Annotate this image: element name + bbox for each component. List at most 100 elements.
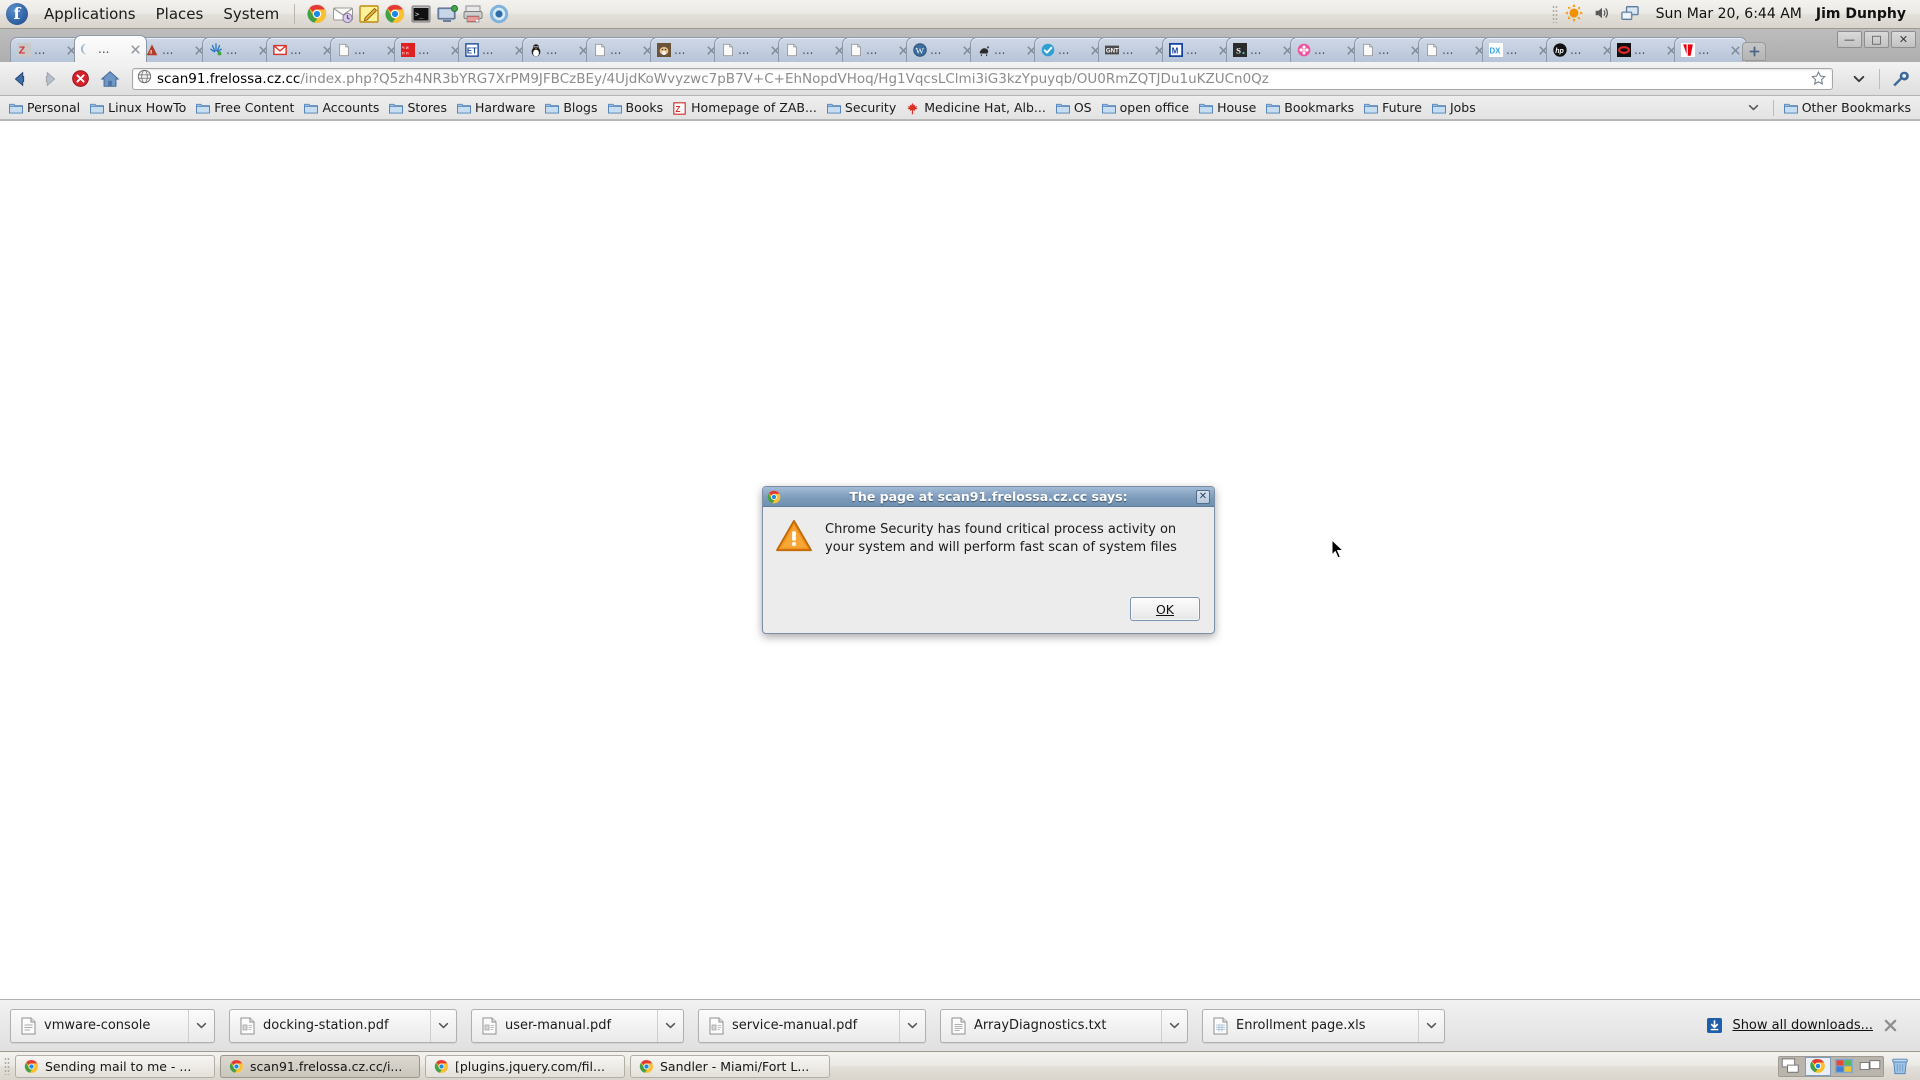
browser-tab[interactable]: ...: [970, 37, 1043, 62]
bookmark-item[interactable]: Security: [822, 99, 901, 116]
browser-tab[interactable]: S...: [1226, 37, 1299, 62]
download-menu-button[interactable]: [899, 1009, 925, 1042]
browser-tab[interactable]: a...: [138, 37, 211, 62]
menu-system[interactable]: System: [213, 1, 289, 28]
browser-tab[interactable]: ...: [74, 35, 147, 62]
bookmark-item[interactable]: Z Homepage of ZAB...: [668, 99, 822, 116]
panel-clock[interactable]: Sun Mar 20, 6:44 AM: [1648, 6, 1810, 22]
browser-tab[interactable]: hp...: [1546, 37, 1619, 62]
back-arrow-icon[interactable]: [8, 67, 32, 91]
chrome-icon[interactable]: [384, 3, 406, 25]
browser-tab[interactable]: ...: [1610, 37, 1683, 62]
download-menu-button[interactable]: [1418, 1009, 1444, 1042]
browser-tab[interactable]: ...: [650, 37, 723, 62]
panel-username[interactable]: Jim Dunphy: [1816, 6, 1912, 22]
workspace-2-chrome[interactable]: [1805, 1056, 1831, 1076]
download-item[interactable]: ArrayDiagnostics.txt: [940, 1008, 1188, 1043]
browser-tab[interactable]: ...: [1674, 37, 1747, 62]
bookmark-item[interactable]: Bookmarks: [1261, 99, 1359, 116]
menu-places[interactable]: Places: [146, 1, 214, 28]
browser-tab[interactable]: ...: [586, 37, 659, 62]
download-item[interactable]: Enrollment page.xls: [1202, 1008, 1445, 1043]
download-menu-button[interactable]: [657, 1009, 683, 1042]
bookmark-item[interactable]: Accounts: [299, 99, 384, 116]
browser-tab[interactable]: ...: [522, 37, 595, 62]
browser-tab[interactable]: M...: [1162, 37, 1235, 62]
close-button[interactable]: ✕: [1891, 31, 1916, 48]
bookmark-item[interactable]: open office: [1097, 99, 1194, 116]
gedit-icon[interactable]: [358, 3, 380, 25]
bookmark-item[interactable]: Medicine Hat, Alb...: [901, 99, 1051, 116]
bookmark-item[interactable]: Linux HowTo: [85, 99, 191, 116]
other-bookmarks-button[interactable]: Other Bookmarks: [1779, 99, 1916, 116]
browser-tab[interactable]: ...: [202, 37, 275, 62]
browser-tab[interactable]: ...: [266, 37, 339, 62]
bookmark-item[interactable]: Books: [603, 99, 669, 116]
browser-tab[interactable]: ...: [714, 37, 787, 62]
terminal-icon[interactable]: >_: [410, 3, 432, 25]
browser-tab[interactable]: ...: [778, 37, 851, 62]
printer-icon[interactable]: [462, 3, 484, 25]
browser-tab[interactable]: ч ип п...: [394, 37, 467, 62]
bookmark-item[interactable]: Free Content: [191, 99, 299, 116]
tab-close-icon[interactable]: [1729, 44, 1742, 57]
taskbar-window-button[interactable]: Sending mail to me - ...: [15, 1054, 215, 1078]
download-item[interactable]: vmware-console: [10, 1008, 215, 1043]
browser-tab[interactable]: ...: [330, 37, 403, 62]
close-icon[interactable]: [1883, 1018, 1898, 1033]
workspace-3-windows[interactable]: [1831, 1057, 1857, 1076]
browser-tab[interactable]: ...: [1290, 37, 1363, 62]
browser-tab[interactable]: ...: [842, 37, 915, 62]
bookmark-item[interactable]: Future: [1359, 99, 1427, 116]
taskbar-window-button[interactable]: scan91.frelossa.cz.cc/i...: [220, 1054, 420, 1078]
browser-tab[interactable]: DX...: [1482, 37, 1555, 62]
taskbar-window-button[interactable]: [plugins.jquery.com/fil...: [425, 1054, 625, 1078]
fedora-logo-icon[interactable]: f: [6, 3, 28, 25]
evolution-mail-icon[interactable]: [332, 3, 354, 25]
home-icon[interactable]: [98, 67, 122, 91]
close-icon[interactable]: ✕: [1196, 489, 1210, 504]
browser-tab[interactable]: ...: [1418, 37, 1491, 62]
show-all-downloads-link[interactable]: Show all downloads...: [1732, 1018, 1873, 1033]
browser-tab[interactable]: ...: [1034, 37, 1107, 62]
browser-tab[interactable]: GNT...: [1098, 37, 1171, 62]
ok-button[interactable]: OK: [1130, 597, 1200, 621]
chevron-down-icon[interactable]: [1847, 67, 1871, 91]
bookmark-item[interactable]: Blogs: [540, 99, 602, 116]
download-item[interactable]: docking-station.pdf: [229, 1008, 457, 1043]
bookmarks-overflow-button[interactable]: [1739, 101, 1768, 114]
browser-tab[interactable]: ...: [1354, 37, 1427, 62]
chromium-icon[interactable]: [488, 3, 510, 25]
bookmark-item[interactable]: Personal: [4, 99, 85, 116]
volume-icon[interactable]: [1592, 3, 1614, 25]
browser-tab[interactable]: W...: [906, 37, 979, 62]
browser-tab[interactable]: ET...: [458, 37, 531, 62]
wrench-menu-icon[interactable]: [1888, 67, 1912, 91]
taskbar-window-button[interactable]: Sandler - Miami/Fort L...: [630, 1054, 830, 1078]
workspace-4[interactable]: [1857, 1057, 1883, 1076]
download-arrow-icon[interactable]: [1707, 1018, 1723, 1033]
chrome-icon[interactable]: [306, 3, 328, 25]
brightness-icon[interactable]: [1564, 3, 1586, 25]
remote-desktop-icon[interactable]: [436, 3, 459, 25]
download-menu-button[interactable]: [430, 1009, 456, 1042]
browser-tab[interactable]: Z...: [10, 37, 83, 62]
address-bar[interactable]: scan91.frelossa.cz.cc/index.php?Q5zh4NR3…: [132, 67, 1833, 90]
download-menu-button[interactable]: [1161, 1009, 1187, 1042]
stop-icon[interactable]: [68, 67, 92, 91]
download-item[interactable]: user-manual.pdf: [471, 1008, 684, 1043]
bookmark-item[interactable]: Hardware: [452, 99, 540, 116]
workspace-1[interactable]: [1779, 1057, 1805, 1076]
menu-applications[interactable]: Applications: [34, 1, 146, 28]
bookmark-item[interactable]: OS: [1051, 99, 1097, 116]
network-icon[interactable]: [1620, 3, 1642, 25]
bookmark-star-icon[interactable]: [1810, 70, 1828, 88]
download-menu-button[interactable]: [188, 1009, 214, 1042]
workspace-switcher[interactable]: [1778, 1055, 1884, 1077]
bookmark-item[interactable]: Jobs: [1427, 99, 1481, 116]
minimize-button[interactable]: —: [1837, 31, 1862, 48]
bookmark-item[interactable]: Stores: [384, 99, 452, 116]
trash-icon[interactable]: [1890, 1056, 1910, 1076]
bookmark-item[interactable]: House: [1194, 99, 1261, 116]
maximize-button[interactable]: □: [1864, 31, 1889, 48]
